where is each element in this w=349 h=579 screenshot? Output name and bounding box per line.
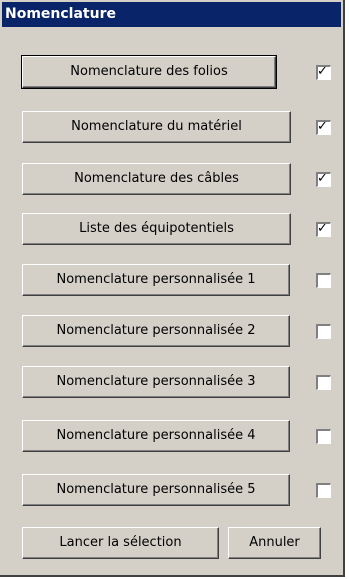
btn-label: Annuler bbox=[249, 535, 300, 550]
checkbox-nomenclature-perso-4[interactable] bbox=[316, 429, 331, 444]
checkbox-nomenclature-perso-2[interactable] bbox=[316, 324, 331, 339]
check-icon: ✓ bbox=[317, 64, 328, 79]
btn-label: Liste des équipotentiels bbox=[79, 221, 234, 236]
btn-label: Nomenclature personnalisée 1 bbox=[56, 272, 256, 287]
btn-nomenclature-perso-5[interactable]: Nomenclature personnalisée 5 bbox=[22, 474, 290, 506]
btn-label: Nomenclature personnalisée 3 bbox=[56, 374, 256, 389]
btn-liste-equipotentiels[interactable]: Liste des équipotentiels bbox=[22, 213, 291, 245]
btn-nomenclature-perso-1[interactable]: Nomenclature personnalisée 1 bbox=[22, 264, 290, 296]
btn-nomenclature-perso-3[interactable]: Nomenclature personnalisée 3 bbox=[22, 366, 290, 398]
btn-label: Nomenclature des câbles bbox=[74, 171, 239, 186]
checkbox-nomenclature-folios[interactable]: ✓ bbox=[316, 64, 331, 80]
check-icon: ✓ bbox=[317, 119, 328, 134]
btn-nomenclature-folios[interactable]: Nomenclature des folios bbox=[21, 55, 277, 89]
btn-nomenclature-cables[interactable]: Nomenclature des câbles bbox=[22, 163, 291, 195]
btn-label: Nomenclature du matériel bbox=[71, 119, 242, 134]
run-selection-button[interactable]: Lancer la sélection bbox=[22, 527, 219, 559]
checkbox-liste-equipotentiels[interactable]: ✓ bbox=[316, 221, 331, 237]
btn-label: Nomenclature des folios bbox=[70, 64, 228, 79]
btn-nomenclature-perso-4[interactable]: Nomenclature personnalisée 4 bbox=[22, 420, 290, 452]
btn-nomenclature-materiel[interactable]: Nomenclature du matériel bbox=[22, 111, 291, 143]
checkbox-nomenclature-perso-5[interactable] bbox=[316, 483, 331, 498]
btn-label: Lancer la sélection bbox=[59, 535, 182, 550]
checkbox-nomenclature-perso-1[interactable] bbox=[316, 273, 331, 288]
btn-label: Nomenclature personnalisée 4 bbox=[56, 428, 256, 443]
checkbox-nomenclature-cables[interactable]: ✓ bbox=[316, 171, 331, 187]
checkbox-nomenclature-perso-3[interactable] bbox=[316, 375, 331, 390]
btn-label: Nomenclature personnalisée 2 bbox=[56, 323, 256, 338]
window-title: Nomenclature bbox=[2, 2, 341, 27]
btn-nomenclature-perso-2[interactable]: Nomenclature personnalisée 2 bbox=[22, 315, 290, 347]
cancel-button[interactable]: Annuler bbox=[228, 527, 321, 559]
check-icon: ✓ bbox=[317, 171, 328, 186]
nomenclature-dialog: Nomenclature Nomenclature des folios ✓ N… bbox=[0, 0, 345, 577]
checkbox-nomenclature-materiel[interactable]: ✓ bbox=[316, 119, 331, 135]
check-icon: ✓ bbox=[317, 221, 328, 236]
btn-label: Nomenclature personnalisée 5 bbox=[56, 482, 256, 497]
